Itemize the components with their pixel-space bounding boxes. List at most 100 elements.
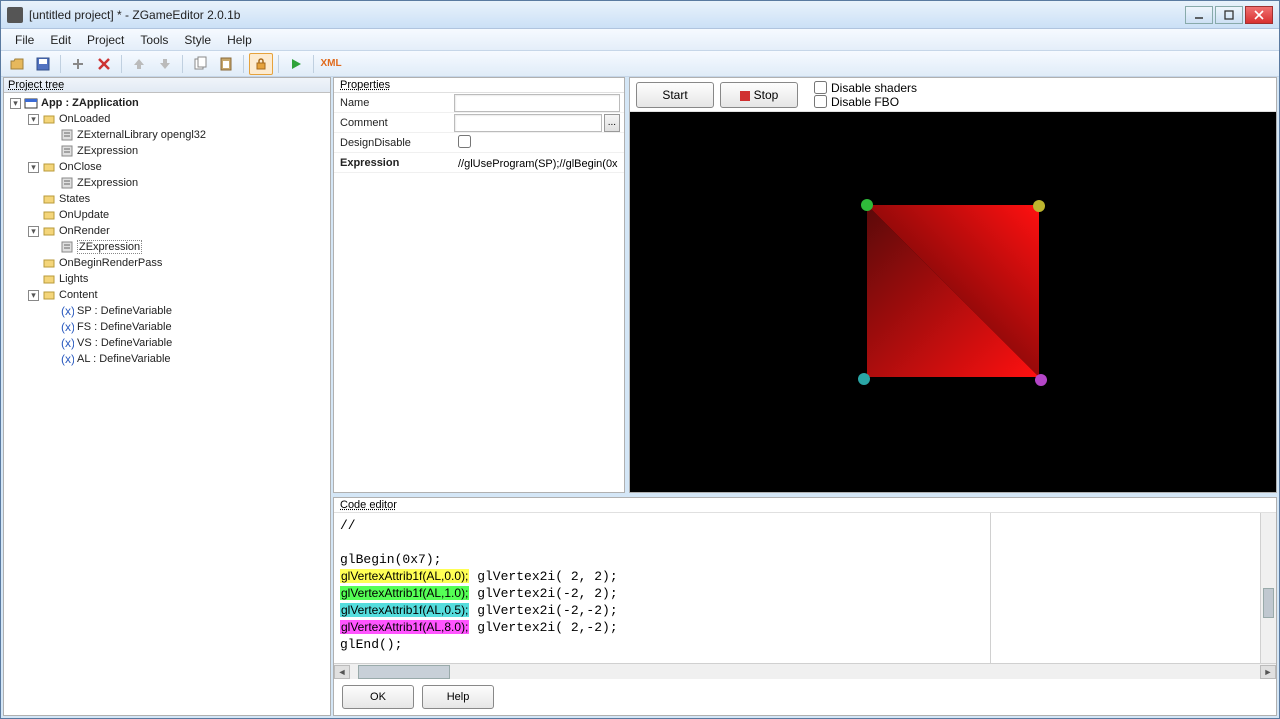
tree-node[interactable]: ZExpression <box>4 143 330 159</box>
prop-name-label: Name <box>334 97 454 109</box>
stop-button[interactable]: Stop <box>720 82 798 108</box>
code-editor[interactable]: // glBegin(0x7); glVertexAttrib1f(AL,0.0… <box>334 513 990 663</box>
properties-panel: Properties Name Comment ... DesignDisabl… <box>333 77 625 493</box>
open-icon[interactable] <box>5 53 29 75</box>
tree-node[interactable]: (x)=AL : DefineVariable <box>4 351 330 367</box>
stop-icon <box>740 90 750 100</box>
close-button[interactable] <box>1245 6 1273 24</box>
code-editor-panel: Code editor // glBegin(0x7); glVertexAtt… <box>333 497 1277 716</box>
toolbar: XML <box>1 51 1279 77</box>
svg-text:(x)=: (x)= <box>61 304 74 318</box>
prop-designdisable-label: DesignDisable <box>334 137 454 149</box>
tree-node[interactable]: (x)=VS : DefineVariable <box>4 335 330 351</box>
titlebar: [untitled project] * - ZGameEditor 2.0.1… <box>1 1 1279 29</box>
maximize-button[interactable] <box>1215 6 1243 24</box>
tree-cmp-icon <box>60 176 74 190</box>
tree-cmp-icon <box>60 144 74 158</box>
project-tree-title: Project tree <box>4 78 330 93</box>
tree-node[interactable]: (x)=SP : DefineVariable <box>4 303 330 319</box>
tree-expander[interactable]: ▾ <box>10 98 21 109</box>
add-icon[interactable] <box>66 53 90 75</box>
vertex-dot <box>1035 374 1047 386</box>
prop-comment-input[interactable] <box>454 114 602 132</box>
tree-node[interactable]: ▾OnClose <box>4 159 330 175</box>
tree-var-icon: (x)= <box>60 352 74 366</box>
tree-node[interactable]: OnBeginRenderPass <box>4 255 330 271</box>
tree-node[interactable]: States <box>4 191 330 207</box>
tree-node[interactable]: ▾OnRender <box>4 223 330 239</box>
disable-fbo-checkbox[interactable]: Disable FBO <box>814 95 917 109</box>
tree-expander[interactable]: ▾ <box>28 226 39 237</box>
tree-node[interactable]: ▾Content <box>4 287 330 303</box>
menu-help[interactable]: Help <box>219 31 260 49</box>
vertical-scrollbar[interactable] <box>1260 513 1276 663</box>
help-button[interactable]: Help <box>422 685 494 709</box>
tree-node[interactable]: Lights <box>4 271 330 287</box>
prop-comment-label: Comment <box>334 117 454 129</box>
xml-icon[interactable]: XML <box>319 53 343 75</box>
ok-button[interactable]: OK <box>342 685 414 709</box>
tree-app-icon <box>24 96 38 110</box>
save-icon[interactable] <box>31 53 55 75</box>
move-up-icon[interactable] <box>127 53 151 75</box>
minimize-button[interactable] <box>1185 6 1213 24</box>
play-icon[interactable] <box>284 53 308 75</box>
tree-grp-icon <box>42 112 56 126</box>
menu-file[interactable]: File <box>7 31 42 49</box>
lock-icon[interactable] <box>249 53 273 75</box>
paste-icon[interactable] <box>214 53 238 75</box>
svg-text:(x)=: (x)= <box>61 336 74 350</box>
horizontal-scrollbar[interactable]: ◄ ► <box>334 663 1276 679</box>
tree-grp-icon <box>42 192 56 206</box>
vertex-dot <box>1033 200 1045 212</box>
copy-icon[interactable] <box>188 53 212 75</box>
delete-icon[interactable] <box>92 53 116 75</box>
tree-grp-icon <box>42 160 56 174</box>
vertex-dot <box>858 373 870 385</box>
disable-shaders-checkbox[interactable]: Disable shaders <box>814 81 917 95</box>
prop-expression-label: Expression <box>334 157 454 169</box>
move-down-icon[interactable] <box>153 53 177 75</box>
preview-panel: Start Stop Disable shaders Disable FBO <box>629 77 1277 493</box>
prop-comment-more-button[interactable]: ... <box>604 114 620 132</box>
tree-expander[interactable]: ▾ <box>28 162 39 173</box>
prop-name-input[interactable] <box>454 94 620 112</box>
tree-expander[interactable]: ▾ <box>28 290 39 301</box>
tree-node[interactable]: ▾App : ZApplication <box>4 95 330 111</box>
tree-grp-icon <box>42 288 56 302</box>
tree-node[interactable]: ZExternalLibrary opengl32 <box>4 127 330 143</box>
tree-grp-icon <box>42 256 56 270</box>
tree-node[interactable]: ZExpression <box>4 239 330 255</box>
tree-node[interactable]: (x)=FS : DefineVariable <box>4 319 330 335</box>
project-tree[interactable]: ▾App : ZApplication▾OnLoadedZExternalLib… <box>4 93 330 715</box>
tree-grp-icon <box>42 272 56 286</box>
start-button[interactable]: Start <box>636 82 714 108</box>
tree-node[interactable]: OnUpdate <box>4 207 330 223</box>
project-tree-panel: Project tree ▾App : ZApplication▾OnLoade… <box>3 77 331 716</box>
svg-text:(x)=: (x)= <box>61 352 74 366</box>
properties-title: Properties <box>334 78 624 93</box>
tree-node[interactable]: ZExpression <box>4 175 330 191</box>
menu-edit[interactable]: Edit <box>42 31 79 49</box>
menubar: File Edit Project Tools Style Help <box>1 29 1279 51</box>
tree-var-icon: (x)= <box>60 304 74 318</box>
tree-expander[interactable]: ▾ <box>28 114 39 125</box>
app-icon <box>7 7 23 23</box>
tree-cmp-icon <box>60 128 74 142</box>
tree-node[interactable]: ▾OnLoaded <box>4 111 330 127</box>
menu-project[interactable]: Project <box>79 31 132 49</box>
prop-designdisable-checkbox[interactable] <box>458 135 471 148</box>
menu-tools[interactable]: Tools <box>132 31 176 49</box>
tree-grp-icon <box>42 224 56 238</box>
preview-canvas <box>630 112 1276 492</box>
tree-var-icon: (x)= <box>60 320 74 334</box>
window-title: [untitled project] * - ZGameEditor 2.0.1… <box>29 8 1185 22</box>
code-title: Code editor <box>334 498 1276 513</box>
tree-grp-icon <box>42 208 56 222</box>
svg-text:(x)=: (x)= <box>61 320 74 334</box>
prop-expression-value: //glUseProgram(SP);//glBegin(0x <box>454 158 618 170</box>
menu-style[interactable]: Style <box>176 31 219 49</box>
tree-cmp-icon <box>60 240 74 254</box>
tree-var-icon: (x)= <box>60 336 74 350</box>
vertex-dot <box>861 199 873 211</box>
